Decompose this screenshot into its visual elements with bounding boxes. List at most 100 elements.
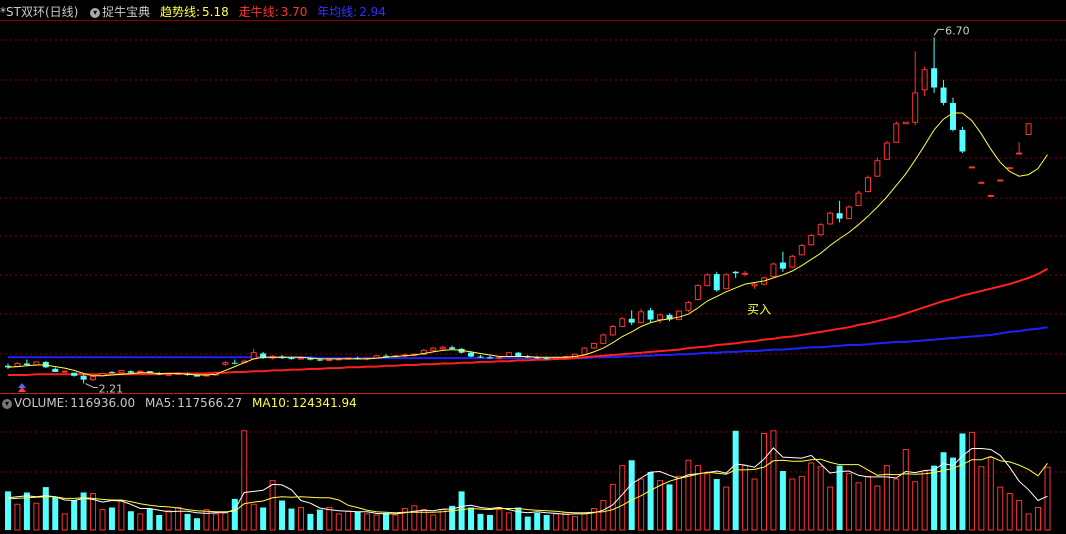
trend-line-label: 趋势线: — [159, 5, 201, 19]
candle-body-57 — [543, 358, 550, 360]
candle-body-33 — [316, 359, 323, 361]
candle-body-91 — [864, 177, 871, 193]
annual-line-label: 年均线: — [317, 5, 358, 19]
volume-bar-57 — [543, 514, 550, 530]
candle-body-82 — [779, 262, 786, 269]
volume-bar-20 — [194, 518, 200, 530]
candle-body-75 — [713, 274, 720, 291]
candle-body-26 — [250, 352, 257, 360]
candle-body-65 — [619, 318, 626, 327]
high-marker-arrow — [933, 28, 945, 36]
volume-bar-97 — [921, 470, 928, 531]
candle-body-58 — [553, 357, 560, 360]
volume-bar-29 — [279, 500, 286, 530]
volume-bar-77 — [732, 430, 739, 530]
candle-body-79 — [751, 283, 758, 287]
trend-line — [7, 112, 1048, 377]
volume-bar-28 — [269, 480, 276, 531]
volume-bar-95 — [902, 449, 909, 531]
stock-title[interactable]: *ST双环(日线) — [0, 5, 78, 19]
volume-bar-68 — [647, 472, 654, 530]
candle-body-89 — [846, 206, 853, 220]
volume-bar-69 — [657, 480, 664, 531]
candle-body-78 — [742, 272, 749, 275]
volume-bar-86 — [817, 466, 824, 531]
candle-body-74 — [704, 274, 711, 287]
indicator-menu-icon[interactable]: ▾ — [90, 7, 101, 18]
candle-body-13 — [127, 371, 134, 373]
high-price-label: 6.70 — [945, 24, 970, 37]
candle-body-105 — [997, 179, 1004, 182]
candle-body-103 — [978, 181, 985, 184]
volume-bar-102 — [968, 431, 975, 531]
volume-menu-icon[interactable]: ▾ — [2, 398, 12, 409]
volume-bar-1 — [14, 503, 21, 531]
volume-bar-10 — [99, 509, 106, 531]
candle-body-88 — [836, 213, 843, 219]
candle-body-7 — [71, 372, 78, 376]
candle-body-54 — [515, 352, 522, 357]
candle-body-50 — [477, 356, 484, 358]
volume-bar-81 — [770, 430, 777, 531]
volume-bar-63 — [600, 500, 607, 531]
volume-value: 116936.00 — [70, 396, 136, 410]
volume-bar-79 — [751, 478, 758, 531]
trend-line-value: 5.18 — [202, 5, 229, 19]
candle-body-99 — [940, 87, 947, 103]
candle-body-8 — [80, 375, 87, 380]
volume-bar-66 — [628, 460, 635, 530]
candle-body-107 — [1016, 152, 1023, 155]
volume-bar-88 — [836, 465, 843, 530]
candle-body-93 — [883, 142, 890, 160]
volume-bar-89 — [846, 473, 853, 531]
candle-body-68 — [647, 310, 654, 320]
volume-bar-55 — [524, 516, 531, 530]
volume-bar-15 — [146, 508, 153, 530]
volume-bar-27 — [260, 507, 267, 530]
volume-bar-108 — [1025, 513, 1032, 531]
volume-bar-21 — [203, 509, 210, 531]
candle-body-77 — [732, 271, 739, 274]
candle-body-69 — [657, 314, 664, 321]
candle-body-90 — [855, 192, 862, 206]
volume-bar-101 — [959, 433, 966, 530]
volume-bar-31 — [297, 506, 304, 531]
candle-body-62 — [590, 342, 597, 349]
volume-bar-17 — [165, 510, 172, 531]
candle-body-2 — [23, 363, 30, 366]
candle-body-94 — [893, 123, 900, 143]
volume-bar-85 — [808, 462, 815, 531]
volume-bar-58 — [553, 513, 560, 531]
volume-bar-6 — [61, 513, 68, 531]
candle-body-86 — [817, 224, 824, 236]
volume-bar-14 — [137, 513, 144, 531]
volume-bar-110 — [1044, 466, 1051, 531]
low-marker-arrow — [85, 383, 98, 389]
candle-body-108 — [1025, 123, 1032, 136]
candle-body-52 — [496, 356, 503, 359]
volume-bar-93 — [883, 465, 890, 531]
ma5-label: MA5: — [145, 396, 176, 410]
volume-bar-7 — [71, 500, 78, 530]
volume-bar-98 — [931, 465, 938, 530]
buy-signal-label: 买入 — [747, 302, 771, 316]
candle-body-73 — [694, 285, 701, 300]
price-panel-header: *ST双环(日线) ▾ 捉牛宝典 趋势线: 5.18 走牛线: 3.70 年均线: 2.… — [0, 3, 392, 21]
volume-bar-61 — [581, 513, 588, 531]
candle-body-84 — [798, 245, 805, 256]
candle-body-23 — [222, 362, 229, 365]
volume-bar-64 — [609, 483, 616, 531]
volume-bar-87 — [827, 486, 834, 531]
volume-bar-23 — [222, 512, 229, 531]
candle-body-5 — [52, 368, 59, 372]
volume-bar-91 — [864, 475, 871, 531]
volume-bar-67 — [638, 478, 645, 531]
volume-bar-35 — [335, 513, 342, 531]
candle-body-98 — [931, 68, 938, 88]
volume-bar-41 — [392, 514, 399, 531]
candle-body-96 — [912, 92, 919, 123]
indicator-name[interactable]: 捉牛宝典 — [102, 5, 150, 19]
bull-line-label: 走牛线: — [238, 5, 279, 19]
volume-bar-4 — [42, 487, 49, 530]
annual-line — [8, 326, 1048, 360]
